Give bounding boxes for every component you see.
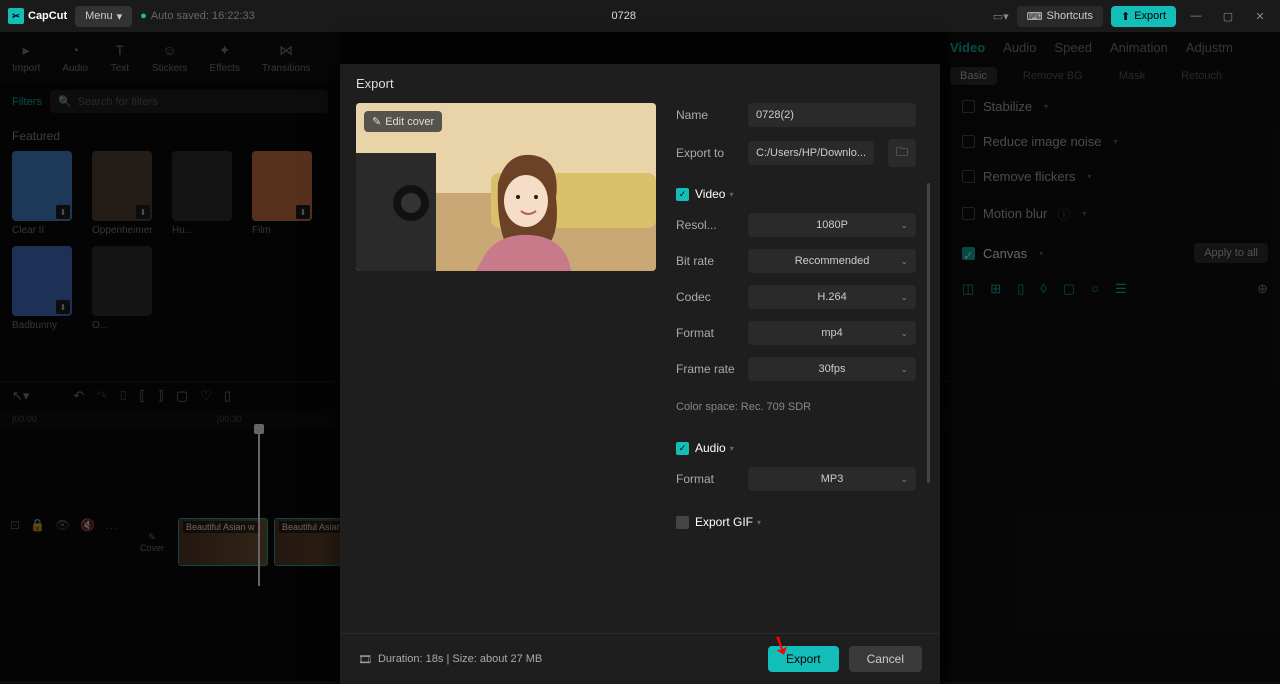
video-section-head[interactable]: ✓ Video ▾ <box>676 187 916 201</box>
name-input[interactable]: 0728(2) <box>748 103 916 127</box>
framerate-select[interactable]: 30fps⌄ <box>748 357 916 381</box>
export-label: Export <box>1134 10 1166 22</box>
edit-cover-button[interactable]: ✎ Edit cover <box>364 111 442 132</box>
format-select[interactable]: mp4⌄ <box>748 321 916 345</box>
codec-select[interactable]: H.264⌄ <box>748 285 916 309</box>
pencil-icon: ✎ <box>372 115 381 128</box>
menu-label: Menu <box>85 10 113 22</box>
cover-preview: ✎ Edit cover <box>356 103 656 271</box>
name-label: Name <box>676 108 738 122</box>
caret-down-icon: ▾ <box>730 444 734 453</box>
shortcuts-button[interactable]: ⌨ Shortcuts <box>1017 6 1103 27</box>
format-label: Format <box>676 326 738 340</box>
checkbox-icon: ✓ <box>676 442 689 455</box>
caret-down-icon: ▾ <box>757 518 761 527</box>
export-button[interactable]: Export <box>768 646 839 672</box>
chevron-down-icon: ⌄ <box>900 256 908 267</box>
exportto-label: Export to <box>676 146 738 160</box>
gif-section-head[interactable]: Export GIF ▾ <box>676 515 916 529</box>
folder-icon: 🗀 <box>896 143 908 164</box>
keyboard-icon: ⌨ <box>1027 10 1043 23</box>
bitrate-select[interactable]: Recommended⌄ <box>748 249 916 273</box>
logo-icon: ✂ <box>8 8 24 24</box>
cancel-button[interactable]: Cancel <box>849 646 922 672</box>
colorspace-note: Color space: Rec. 709 SDR <box>676 401 916 413</box>
maximize-icon[interactable]: ▢ <box>1216 4 1240 28</box>
checkbox-icon: ✓ <box>676 188 689 201</box>
chevron-down-icon: ⌄ <box>900 220 908 231</box>
resolution-label: Resol... <box>676 218 738 232</box>
chevron-down-icon: ⌄ <box>900 364 908 375</box>
resolution-select[interactable]: 1080P⌄ <box>748 213 916 237</box>
autosave-text: Auto saved: 16:22:33 <box>151 10 255 22</box>
upload-icon: ⬆ <box>1121 10 1130 23</box>
chevron-down-icon: ⌄ <box>900 328 908 339</box>
shortcuts-label: Shortcuts <box>1047 10 1093 22</box>
scrollbar[interactable] <box>927 183 930 483</box>
caret-down-icon: ▾ <box>729 190 733 199</box>
minimize-icon[interactable]: — <box>1184 4 1208 28</box>
export-dialog: Export <box>340 64 940 684</box>
codec-label: Codec <box>676 290 738 304</box>
export-footer-info: 🎞 Duration: 18s | Size: about 27 MB <box>358 653 758 666</box>
dialog-title: Export <box>340 64 940 103</box>
titlebar-export-button[interactable]: ⬆ Export <box>1111 6 1176 27</box>
layout-icon[interactable]: ▭▾ <box>993 10 1009 23</box>
framerate-label: Frame rate <box>676 362 738 376</box>
menu-button[interactable]: Menu ▾ <box>75 6 132 27</box>
audio-section-head[interactable]: ✓ Audio ▾ <box>676 441 916 455</box>
check-icon: ● <box>140 10 147 22</box>
audio-format-select[interactable]: MP3⌄ <box>748 467 916 491</box>
chevron-down-icon: ⌄ <box>900 292 908 303</box>
titlebar: ✂ CapCut Menu ▾ ● Auto saved: 16:22:33 0… <box>0 0 1280 32</box>
app-logo: ✂ CapCut <box>8 8 67 24</box>
project-title: 0728 <box>263 10 985 22</box>
bitrate-label: Bit rate <box>676 254 738 268</box>
film-icon: 🎞 <box>358 653 372 666</box>
app-name: CapCut <box>28 10 67 22</box>
autosave-status: ● Auto saved: 16:22:33 <box>140 10 255 22</box>
checkbox-icon <box>676 516 689 529</box>
exportto-input[interactable]: C:/Users/HP/Downlo... <box>748 141 874 165</box>
audio-format-label: Format <box>676 472 738 486</box>
chevron-down-icon: ▾ <box>117 10 123 23</box>
folder-button[interactable]: 🗀 <box>888 139 916 167</box>
chevron-down-icon: ⌄ <box>900 474 908 485</box>
close-icon[interactable]: ✕ <box>1248 4 1272 28</box>
